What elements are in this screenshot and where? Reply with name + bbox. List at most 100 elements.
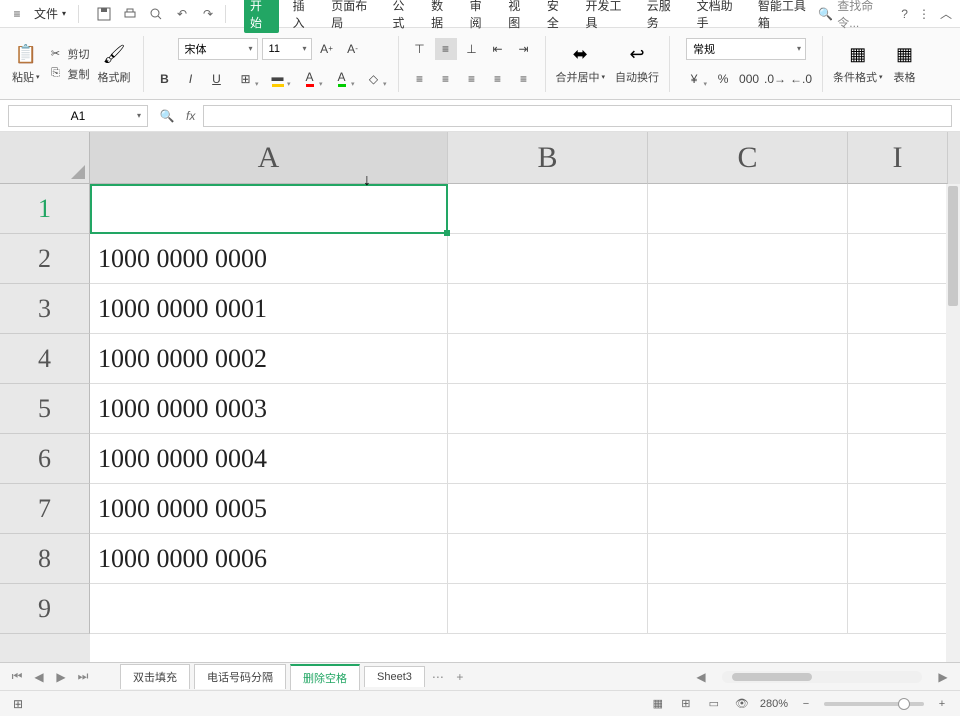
cut-button[interactable]: ✂剪切 — [48, 46, 90, 62]
col-header-d[interactable]: I — [848, 132, 948, 184]
cell-a2[interactable]: 1000 0000 0000 — [90, 234, 448, 284]
conditional-format-button[interactable]: ▦ 条件格式▾ — [831, 41, 885, 87]
formula-bar[interactable] — [203, 105, 952, 127]
cell-c1[interactable] — [648, 184, 848, 234]
select-all-corner[interactable] — [0, 132, 90, 184]
row-header-1[interactable]: 1 — [0, 184, 90, 234]
print-preview-icon[interactable] — [147, 5, 165, 23]
cell-d1[interactable] — [848, 184, 948, 234]
col-header-b[interactable]: B — [448, 132, 648, 184]
last-sheet-button[interactable]: ⏭ — [74, 668, 92, 686]
expand-fx-icon[interactable]: 🔍 — [156, 105, 178, 127]
justify-button[interactable]: ≡ — [487, 68, 509, 90]
align-top-button[interactable]: ⊤ — [409, 38, 431, 60]
zoom-level[interactable]: 280% — [760, 698, 788, 710]
cell-a7[interactable]: 1000 0000 0005 — [90, 484, 448, 534]
zoom-in-button[interactable]: + — [932, 696, 952, 712]
tab-formula[interactable]: 公式 — [390, 0, 417, 35]
cell-d4[interactable] — [848, 334, 948, 384]
fx-icon[interactable]: fx — [186, 109, 195, 123]
align-right-button[interactable]: ≡ — [461, 68, 483, 90]
sheet-tab-4[interactable]: Sheet3 — [364, 666, 425, 687]
page-layout-button[interactable]: ⊞ — [676, 696, 696, 712]
font-name-select[interactable]: 宋体▾ — [178, 38, 258, 60]
cell-a9[interactable] — [90, 584, 448, 634]
normal-view-button[interactable]: ▦ — [648, 696, 668, 712]
cell-b2[interactable] — [448, 234, 648, 284]
cell-b4[interactable] — [448, 334, 648, 384]
zoom-slider[interactable] — [824, 702, 924, 706]
save-icon[interactable] — [95, 5, 113, 23]
cell-c5[interactable] — [648, 384, 848, 434]
cell-b7[interactable] — [448, 484, 648, 534]
align-center-button[interactable]: ≡ — [435, 68, 457, 90]
cell-b9[interactable] — [448, 584, 648, 634]
row-header-8[interactable]: 8 — [0, 534, 90, 584]
tab-security[interactable]: 安全 — [545, 0, 572, 35]
more-sheets-button[interactable]: ⋯ — [429, 668, 447, 686]
row-header-4[interactable]: 4 — [0, 334, 90, 384]
print-icon[interactable] — [121, 5, 139, 23]
zoom-thumb[interactable] — [898, 698, 910, 710]
sheet-tab-2[interactable]: 电话号码分隔 — [194, 664, 286, 689]
file-menu[interactable]: 文件▾ — [30, 3, 70, 24]
cell-b1[interactable] — [448, 184, 648, 234]
prev-sheet-button[interactable]: ◀ — [30, 668, 48, 686]
cell-b5[interactable] — [448, 384, 648, 434]
redo-icon[interactable]: ↷ — [199, 5, 217, 23]
sheet-tab-1[interactable]: 双击填充 — [120, 664, 190, 689]
tab-devtools[interactable]: 开发工具 — [584, 0, 633, 35]
row-header-2[interactable]: 2 — [0, 234, 90, 284]
scroll-thumb[interactable] — [948, 186, 958, 306]
increase-decimal-button[interactable]: .0→ — [764, 68, 786, 90]
row-header-5[interactable]: 5 — [0, 384, 90, 434]
hscroll-thumb[interactable] — [732, 673, 812, 681]
align-left-button[interactable]: ≡ — [409, 68, 431, 90]
auto-wrap-button[interactable]: ↩ 自动换行 — [613, 41, 661, 87]
decrease-decimal-button[interactable]: ←.0 — [790, 68, 812, 90]
decrease-font-button[interactable]: A- — [342, 38, 364, 60]
border-button[interactable]: ⊞ — [232, 68, 260, 90]
clear-format-button[interactable]: ◇ — [360, 68, 388, 90]
cell-d5[interactable] — [848, 384, 948, 434]
scroll-right-button[interactable]: ▶ — [934, 668, 952, 686]
search-command[interactable]: 🔍查找命令... — [818, 0, 891, 31]
cell-c8[interactable] — [648, 534, 848, 584]
tab-data[interactable]: 数据 — [429, 0, 456, 35]
cell-c7[interactable] — [648, 484, 848, 534]
reading-view-button[interactable]: 👁 — [732, 696, 752, 712]
cell-c4[interactable] — [648, 334, 848, 384]
cell-d7[interactable] — [848, 484, 948, 534]
fill-color-button[interactable]: ▬ — [264, 68, 292, 90]
cell-c6[interactable] — [648, 434, 848, 484]
first-sheet-button[interactable]: ⏮ — [8, 668, 26, 686]
cell-c2[interactable] — [648, 234, 848, 284]
tab-dochelper[interactable]: 文档助手 — [695, 0, 744, 35]
help-icon[interactable]: ? — [901, 7, 908, 21]
vertical-scrollbar[interactable] — [946, 184, 960, 662]
cell-b3[interactable] — [448, 284, 648, 334]
cell-b6[interactable] — [448, 434, 648, 484]
currency-button[interactable]: ¥ — [680, 68, 708, 90]
sheet-tab-3[interactable]: 删除空格 — [290, 664, 360, 690]
tab-layout[interactable]: 页面布局 — [329, 0, 378, 35]
merge-center-button[interactable]: ⬌ 合并居中▾ — [554, 41, 608, 87]
highlight-button[interactable]: A — [328, 68, 356, 90]
row-header-7[interactable]: 7 — [0, 484, 90, 534]
name-box[interactable]: A1▾ — [8, 105, 148, 127]
tab-cloud[interactable]: 云服务 — [645, 0, 683, 35]
tab-insert[interactable]: 插入 — [291, 0, 318, 35]
distribute-button[interactable]: ≡ — [513, 68, 535, 90]
bold-button[interactable]: B — [154, 68, 176, 90]
paste-button[interactable]: 📋 粘贴▾ — [10, 41, 42, 87]
number-format-select[interactable]: 常规▾ — [686, 38, 806, 60]
grid[interactable]: A B C I 1000 0000 0000 1000 0000 0001 10… — [90, 132, 960, 662]
comma-button[interactable]: 000 — [738, 68, 760, 90]
add-sheet-button[interactable]: + — [451, 668, 469, 686]
percent-button[interactable]: % — [712, 68, 734, 90]
format-painter-button[interactable]: 🖌 格式刷 — [96, 41, 133, 87]
row-header-3[interactable]: 3 — [0, 284, 90, 334]
align-middle-button[interactable]: ≡ — [435, 38, 457, 60]
cell-c9[interactable] — [648, 584, 848, 634]
cell-a3[interactable]: 1000 0000 0001 — [90, 284, 448, 334]
